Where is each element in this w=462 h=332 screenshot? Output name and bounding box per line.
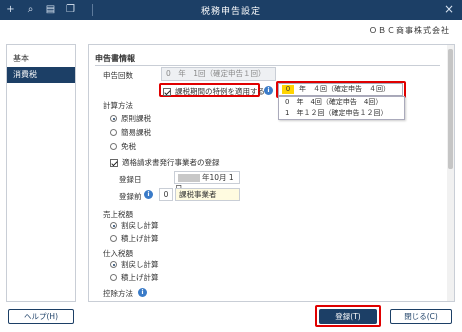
sidebar-item-consumption-tax[interactable]: 消費税 — [7, 67, 75, 83]
radio-label: 原則課税 — [121, 114, 151, 123]
radio-dot[interactable] — [110, 261, 117, 268]
purchase-tax-label: 仕入税額 — [103, 249, 133, 258]
sales-radio-rebate[interactable]: 割戻し計算 — [110, 220, 159, 231]
invoice-checkbox[interactable]: 適格請求書発行事業者の登録 — [110, 157, 220, 168]
dropdown-option[interactable]: 0 年 4回（確定申告 4回） — [279, 97, 404, 108]
company-name: ＯＢＣ商事株式会社 — [369, 26, 450, 35]
help-button[interactable]: ヘルプ(H) — [8, 309, 74, 324]
checkbox-box[interactable] — [163, 87, 171, 96]
close-icon[interactable]: × — [444, 2, 454, 16]
special-period-label: 課税期間の特例を適用する — [175, 87, 265, 96]
method-label: 計算方法 — [103, 101, 133, 110]
invoice-label: 適格請求書発行事業者の登録 — [122, 158, 220, 167]
sidebar: 基本 消費税 — [6, 44, 76, 302]
section-title: 申告書情報 — [95, 54, 135, 63]
scrollbar[interactable] — [447, 45, 454, 301]
purchase-radio-rebate[interactable]: 割戻し計算 — [110, 259, 159, 270]
reg-before-name: 課税事業者 — [175, 188, 240, 201]
close-button[interactable]: 閉じる(C) — [390, 309, 452, 324]
scrollbar-thumb[interactable] — [448, 49, 453, 169]
radio-label: 免税 — [121, 142, 136, 151]
info-icon[interactable]: i — [264, 86, 273, 95]
deduction-label: 控除方法 — [103, 289, 133, 298]
method-radio-principle[interactable]: 原則課税 — [110, 113, 151, 124]
radio-dot[interactable] — [110, 115, 117, 122]
reg-before-label: 登録前 — [119, 192, 142, 201]
radio-label: 割戻し計算 — [121, 260, 159, 269]
radio-dot[interactable] — [110, 143, 117, 150]
info-icon[interactable]: i — [144, 190, 153, 199]
section-divider — [95, 65, 440, 66]
checkbox-box[interactable] — [110, 158, 118, 167]
radio-label: 割戻し計算 — [121, 221, 159, 230]
register-button[interactable]: 登録(T) — [319, 309, 377, 324]
period-dropdown: 0 年 4回（確定申告 4回） 1 年１２回（確定申告１２回） — [278, 96, 405, 120]
radio-dot[interactable] — [110, 274, 117, 281]
method-radio-exempt[interactable]: 免税 — [110, 141, 136, 152]
radio-label: 簡易課税 — [121, 128, 151, 137]
radio-dot[interactable] — [110, 222, 117, 229]
filing-count-label: 申告回数 — [103, 71, 133, 80]
sales-radio-stack[interactable]: 積上げ計算 — [110, 233, 159, 244]
radio-label: 積上げ計算 — [121, 273, 159, 282]
radio-label: 積上げ計算 — [121, 234, 159, 243]
sidebar-item-basic[interactable]: 基本 — [7, 51, 75, 67]
masked-year — [178, 174, 200, 182]
reg-date-field[interactable]: 年10月 1日 — [174, 171, 240, 193]
radio-dot[interactable] — [110, 129, 117, 136]
filing-count-field: 0 年 1回（確定申告１回） — [161, 67, 276, 81]
reg-date-label: 登録日 — [119, 175, 142, 184]
info-icon[interactable]: i — [138, 288, 147, 297]
window-title: 税務申告設定 — [200, 7, 261, 17]
title-bar: + ⌕ ▤ ❐ 税務申告設定 × — [0, 0, 462, 20]
special-period-checkbox[interactable]: 課税期間の特例を適用する — [163, 86, 265, 97]
purchase-radio-stack[interactable]: 積上げ計算 — [110, 272, 159, 283]
sales-tax-label: 売上税額 — [103, 210, 133, 219]
method-radio-simple[interactable]: 簡易課税 — [110, 127, 151, 138]
radio-dot[interactable] — [110, 235, 117, 242]
dropdown-option[interactable]: 1 年１２回（確定申告１２回） — [279, 108, 404, 119]
reg-before-code[interactable]: 0 — [159, 188, 173, 201]
